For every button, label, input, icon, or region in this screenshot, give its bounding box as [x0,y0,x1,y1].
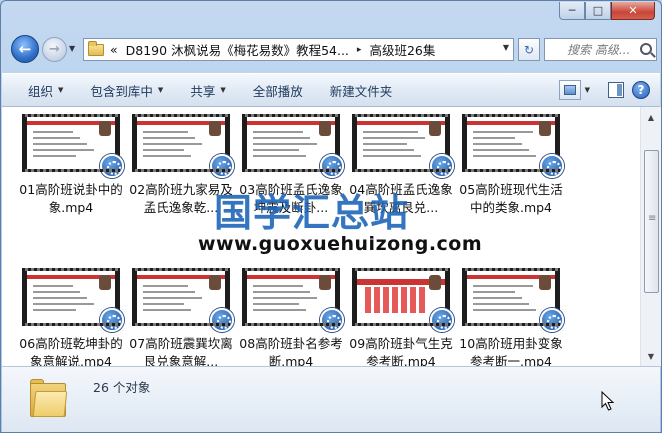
chevron-down-icon: ▼ [58,86,64,94]
navigation-bar: ← → ▼ « D8190 沐枫说易《梅花易数》教程54... ▸ 高级班26集… [9,33,657,65]
file-item[interactable]: 08高阶班卦名参考断.mp4 [236,268,346,366]
file-name: 10高阶班用卦变象参考断一.mp4 [459,336,563,366]
refresh-icon: ↻ [523,42,535,57]
maximize-button[interactable]: □ [585,2,611,20]
video-thumbnail[interactable] [462,114,564,178]
command-bar: 组织 ▼ 包含到库中 ▼ 共享 ▼ 全部播放 新建文件夹 ▼ ? [2,73,660,107]
media-player-icon [540,308,564,332]
recent-pages-dropdown[interactable]: ▼ [69,44,75,53]
video-thumbnail[interactable] [132,268,234,332]
share-label: 共享 [190,83,216,99]
chevron-down-icon: ▼ [220,86,226,94]
organize-menu[interactable]: 组织 ▼ [28,81,63,100]
new-folder-button[interactable]: 新建文件夹 [330,81,393,100]
video-thumbnail[interactable] [132,114,234,178]
scroll-down-icon[interactable]: ▼ [643,348,659,364]
video-thumbnail[interactable] [352,114,454,178]
breadcrumb-parent[interactable]: D8190 沐枫说易《梅花易数》教程54... [126,40,349,59]
back-arrow-icon: ← [18,40,32,58]
include-in-library-menu[interactable]: 包含到库中 ▼ [90,81,163,100]
view-icon [563,85,576,95]
include-in-library-label: 包含到库中 [90,83,153,99]
file-name: 08高阶班卦名参考断.mp4 [239,336,343,366]
video-thumbnail[interactable] [242,268,344,332]
media-player-icon [210,308,234,332]
video-thumbnail[interactable] [22,268,124,332]
caption-buttons: ─ □ ✕ [559,2,655,20]
refresh-button[interactable]: ↻ [518,38,540,61]
explorer-window: ─ □ ✕ ← → ▼ « D8190 沐枫说易《梅花易数》教程54... ▸ … [0,0,662,433]
address-dropdown-icon[interactable]: ▼ [503,43,509,52]
forward-arrow-icon: → [49,42,60,57]
address-bar[interactable]: « D8190 沐枫说易《梅花易数》教程54... ▸ 高级班26集 ▼ [83,38,514,61]
item-count: 26 个对象 [93,380,151,395]
vertical-scrollbar[interactable]: ▲ ▼ [640,107,661,366]
file-item[interactable]: 06高阶班乾坤卦的象意解说.mp4 [16,268,126,366]
media-player-icon [430,154,454,178]
close-button[interactable]: ✕ [611,2,655,20]
file-name: 01高阶班说卦中的象.mp4 [19,182,123,215]
back-button[interactable]: ← [11,35,39,63]
preview-pane-icon[interactable] [608,82,624,98]
watermark-url: www.guoxuehuizong.com [198,233,483,255]
forward-button[interactable]: → [42,37,67,62]
media-player-icon [320,308,344,332]
media-player-icon [100,154,124,178]
details-pane: 26 个对象 [2,366,660,432]
search-icon[interactable] [640,43,652,55]
video-thumbnail[interactable] [462,268,564,332]
media-player-icon [430,308,454,332]
help-icon[interactable]: ? [632,81,650,99]
breadcrumb: « D8190 沐枫说易《梅花易数》教程54... ▸ 高级班26集 [110,40,435,59]
watermark-text: 国学汇总站 [214,190,410,235]
file-item[interactable]: 10高阶班用卦变象参考断一.mp4 [456,268,566,366]
breadcrumb-current[interactable]: 高级班26集 [369,40,435,59]
file-item[interactable]: 05高阶班现代生活中的类象.mp4 [456,114,566,217]
media-player-icon [210,154,234,178]
chevron-down-icon: ▼ [157,86,164,94]
file-item[interactable]: 01高阶班说卦中的象.mp4 [16,114,126,217]
media-player-icon [320,154,344,178]
breadcrumb-separator-icon[interactable]: ▸ [357,45,362,55]
file-name: 05高阶班现代生活中的类象.mp4 [459,182,563,215]
file-item[interactable]: 07高阶班震巽坎离艮兑象意解... [126,268,236,366]
video-thumbnail[interactable] [242,114,344,178]
share-menu[interactable]: 共享 ▼ [190,81,225,100]
minimize-button[interactable]: ─ [559,2,585,20]
breadcrumb-overflow[interactable]: « [110,42,118,57]
search-box[interactable] [544,38,657,61]
media-player-icon [540,154,564,178]
change-view-button[interactable] [558,80,581,100]
file-list-area[interactable]: 01高阶班说卦中的象.mp4 02高阶班九家易及孟氏逸象乾... 03高阶班孟氏逸象… [2,107,640,366]
file-item[interactable]: 09高阶班卦气生克参考断.mp4 [346,268,456,366]
organize-label: 组织 [28,83,54,99]
view-options-dropdown[interactable]: ▼ [585,86,590,94]
toolbar-right-controls: ▼ ? [558,80,650,100]
media-player-icon [100,308,124,332]
video-thumbnail[interactable] [22,114,124,178]
search-input[interactable] [567,42,647,57]
scrollbar-thumb[interactable] [644,150,659,293]
play-all-button[interactable]: 全部播放 [253,81,303,100]
file-name: 09高阶班卦气生克参考断.mp4 [349,336,453,366]
folder-icon [30,377,70,419]
file-name: 07高阶班震巽坎离艮兑象意解... [129,336,233,366]
video-thumbnail[interactable] [352,268,454,332]
scroll-up-icon[interactable]: ▲ [643,109,659,125]
folder-icon [88,40,104,56]
file-name: 06高阶班乾坤卦的象意解说.mp4 [19,336,123,366]
